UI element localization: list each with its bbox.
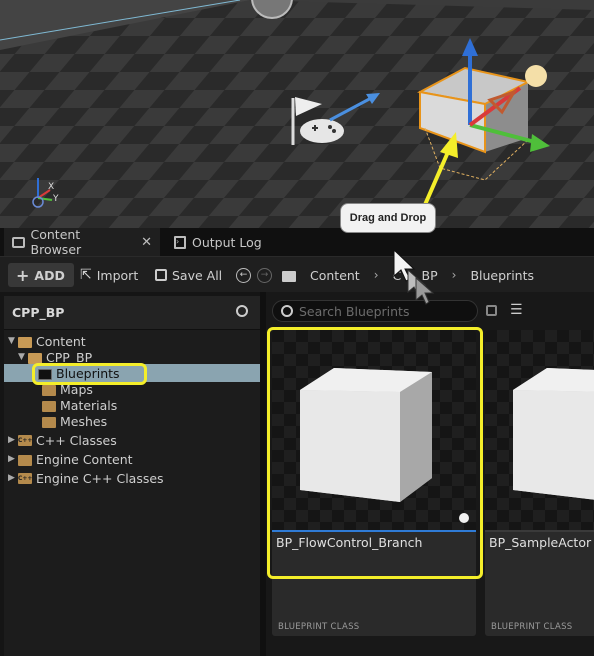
add-button[interactable]: + ADD — [8, 263, 74, 287]
viewport-scene — [0, 0, 594, 228]
tooltip-label: Drag and Drop — [349, 212, 427, 224]
asset-card-sample-actor[interactable]: BP_SampleActor BLUEPRINT CLASS — [485, 330, 594, 636]
close-icon[interactable]: ✕ — [141, 235, 152, 250]
cube-icon — [513, 368, 594, 500]
folder-open-icon — [28, 352, 42, 364]
chevron-right-icon[interactable]: ▶ — [8, 473, 18, 483]
search-field[interactable]: Search Blueprints — [272, 300, 478, 322]
chevron-down-icon[interactable]: ▼ — [18, 352, 28, 362]
add-button-label: ADD — [34, 267, 65, 283]
asset-card-flowcontrol-branch[interactable]: BP_FlowControl_Branch BLUEPRINT CLASS — [272, 330, 476, 636]
panel-tab-bar: Content Browser ✕ › Output Log — [0, 227, 594, 257]
tree-label: Blueprints — [56, 365, 120, 381]
save-icon — [155, 269, 167, 281]
import-button-label: Import — [96, 267, 139, 283]
folder-icon — [42, 384, 56, 396]
cube-icon — [300, 368, 469, 523]
folder-icon — [18, 454, 32, 466]
forward-icon[interactable]: → — [257, 267, 272, 283]
folder-icon — [38, 368, 52, 380]
asset-name: BP_FlowControl_Branch — [276, 535, 423, 550]
tree-item-engine-cpp-classes[interactable]: ▶ C++ Engine C++ Classes — [8, 469, 164, 487]
asset-view: Search Blueprints ☰ BP_FlowControl_Branc… — [266, 292, 594, 656]
chevron-right-icon[interactable]: ▶ — [8, 454, 18, 464]
chevron-right-icon: › — [451, 268, 457, 282]
drag-drop-tooltip: Drag and Drop — [340, 203, 436, 233]
tree-label: Content — [36, 333, 86, 349]
chevron-right-icon[interactable]: ▶ — [8, 435, 18, 445]
tree-label: Meshes — [60, 413, 108, 429]
sources-panel: CPP_BP ▼ Content ▼ CPP_BP Blueprints Map… — [4, 296, 260, 656]
folder-open-icon — [18, 336, 32, 348]
tab-output-log[interactable]: › Output Log — [166, 228, 270, 256]
axis-y-label: Y — [53, 194, 59, 204]
back-icon[interactable]: ← — [236, 267, 251, 283]
breadcrumb-blueprints[interactable]: Blueprints — [470, 268, 534, 283]
content-browser-window: X Y Content Browser ✕ › Output Log + ADD… — [0, 0, 594, 656]
tree-label: Maps — [60, 381, 93, 397]
folder-icon — [282, 270, 296, 282]
save-all-button-label: Save All — [172, 267, 223, 283]
tab-label: Content Browser — [30, 227, 82, 257]
plus-icon: + — [16, 265, 30, 285]
content-browser-toolbar: + ADD ⇱ Import Save All ← → Content › C _… — [0, 256, 594, 292]
mouse-cursor-icon — [393, 248, 435, 305]
content-browser-icon — [12, 236, 25, 248]
sources-header: CPP_BP — [4, 296, 260, 330]
save-search-icon[interactable] — [486, 305, 497, 316]
filter-icon[interactable]: ☰ — [510, 302, 523, 318]
breadcrumb-content[interactable]: Content — [310, 268, 360, 283]
search-icon — [281, 305, 293, 317]
chevron-right-icon: › — [373, 268, 379, 282]
folder-icon — [42, 416, 56, 428]
save-all-button[interactable]: Save All — [155, 263, 222, 287]
output-log-icon: › — [174, 235, 186, 249]
tree-label: C++ Classes — [36, 432, 117, 448]
tree-label: Engine Content — [36, 451, 133, 467]
search-icon[interactable] — [236, 305, 248, 317]
folder-icon — [42, 400, 56, 412]
tree-label: Engine C++ Classes — [36, 470, 164, 486]
card-divider — [485, 530, 594, 532]
asset-name: BP_SampleActor — [489, 535, 592, 550]
tree-item-cpp-classes[interactable]: ▶ C++ C++ Classes — [8, 431, 117, 449]
sources-title: CPP_BP — [12, 305, 65, 320]
tree-label: CPP_BP — [46, 349, 93, 365]
breadcrumb: ← → Content › C _BP › Blueprints — [236, 263, 534, 287]
chevron-down-icon[interactable]: ▼ — [8, 336, 18, 346]
import-button[interactable]: ⇱ Import — [80, 263, 138, 287]
asset-type: BLUEPRINT CLASS — [491, 622, 573, 632]
tree-label: Materials — [60, 397, 118, 413]
tab-content-browser[interactable]: Content Browser ✕ — [4, 227, 160, 257]
selection-bar — [272, 530, 476, 532]
asset-type: BLUEPRINT CLASS — [278, 622, 360, 632]
tree-item-meshes[interactable]: Meshes — [42, 412, 107, 430]
cpp-folder-icon: C++ — [18, 434, 33, 446]
cpp-folder-icon: C++ — [18, 472, 33, 484]
import-icon: ⇱ — [80, 267, 92, 283]
level-viewport[interactable]: X Y — [0, 0, 594, 228]
tree-item-engine-content[interactable]: ▶ Engine Content — [8, 450, 133, 468]
tab-label: Output Log — [192, 234, 262, 250]
axis-x-label: X — [48, 182, 55, 192]
asset-thumbnail — [485, 330, 594, 530]
asset-thumbnail — [272, 330, 476, 530]
